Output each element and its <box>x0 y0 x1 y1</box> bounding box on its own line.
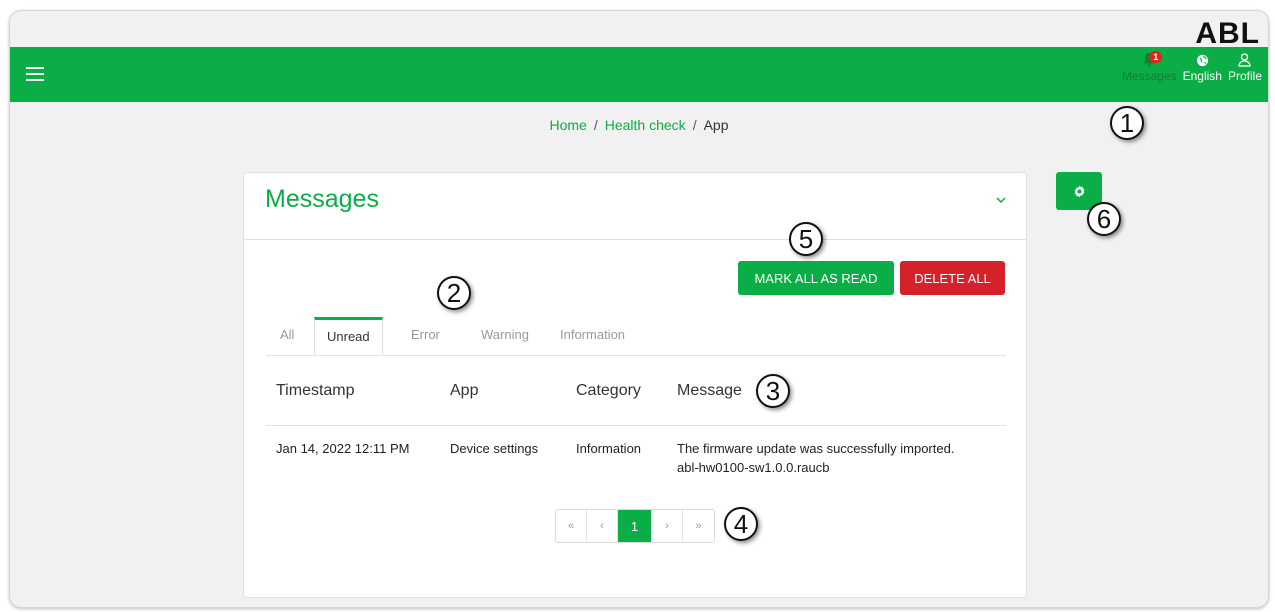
messages-nav-label: Messages <box>1121 69 1177 83</box>
language-nav-label: English <box>1182 69 1222 83</box>
abl-logo: ABL <box>1195 17 1260 50</box>
globe-icon <box>1196 51 1209 69</box>
pagination-prev-button[interactable]: ‹ <box>587 510 618 542</box>
breadcrumb: Home / Health check / App <box>10 117 1268 133</box>
tab-warning[interactable]: Warning <box>481 327 529 342</box>
app-window: ABL 1 Messages English Profile Home / He… <box>9 10 1269 608</box>
breadcrumb-separator: / <box>593 117 598 133</box>
messages-card: Messages MARK ALL AS READ DELETE ALL All… <box>243 172 1027 598</box>
column-header-message[interactable]: Message <box>677 382 742 400</box>
card-header-divider <box>244 239 1026 240</box>
callout-marker-3: 3 <box>756 374 790 408</box>
top-navigation-bar: 1 Messages English Profile <box>10 47 1268 102</box>
user-icon <box>1238 51 1252 69</box>
row-message-filename: abl-hw0100-sw1.0.0.raucb <box>677 460 830 475</box>
callout-marker-5: 5 <box>789 222 823 256</box>
chevron-down-icon[interactable] <box>996 191 1006 209</box>
bell-icon: 1 <box>1141 51 1163 69</box>
pagination-current-page[interactable]: 1 <box>618 510 652 542</box>
tab-information[interactable]: Information <box>560 327 625 342</box>
messages-count-badge: 1 <box>1149 51 1163 63</box>
row-message: The firmware update was successfully imp… <box>677 439 954 477</box>
row-category: Information <box>576 441 642 456</box>
pagination-first-button[interactable]: « <box>556 510 587 542</box>
messages-card-title: Messages <box>265 185 379 213</box>
tab-error[interactable]: Error <box>411 327 440 342</box>
column-header-category[interactable]: Category <box>576 382 641 400</box>
callout-marker-1: 1 <box>1110 106 1144 140</box>
row-message-line: The firmware update was successfully imp… <box>677 441 955 456</box>
language-nav-item[interactable]: English <box>1183 47 1222 83</box>
row-timestamp: Jan 14, 2022 12:11 PM <box>276 441 410 456</box>
profile-nav-item[interactable]: Profile <box>1228 47 1262 83</box>
pagination: « ‹ 1 › » <box>555 509 715 543</box>
delete-all-button[interactable]: DELETE ALL <box>900 261 1005 295</box>
callout-marker-2: 2 <box>437 276 471 310</box>
breadcrumb-current: App <box>703 117 729 133</box>
breadcrumb-health-check-link[interactable]: Health check <box>605 117 686 133</box>
callout-marker-6: 6 <box>1087 202 1121 236</box>
top-nav-actions: 1 Messages English Profile <box>1122 47 1262 102</box>
pagination-next-button[interactable]: › <box>652 510 683 542</box>
mark-all-as-read-button[interactable]: MARK ALL AS READ <box>738 261 894 295</box>
table-header-divider <box>266 425 1006 426</box>
column-header-timestamp[interactable]: Timestamp <box>276 382 355 400</box>
hamburger-menu-icon[interactable] <box>26 67 44 81</box>
gear-icon <box>1074 184 1084 198</box>
row-app: Device settings <box>450 441 539 456</box>
breadcrumb-home-link[interactable]: Home <box>550 117 587 133</box>
callout-marker-4: 4 <box>724 507 758 541</box>
tab-unread[interactable]: Unread <box>314 317 383 355</box>
profile-nav-label: Profile <box>1227 69 1262 83</box>
tab-all[interactable]: All <box>280 327 294 342</box>
column-header-app[interactable]: App <box>450 382 478 400</box>
messages-nav-item[interactable]: 1 Messages <box>1122 47 1177 83</box>
pagination-last-button[interactable]: » <box>683 510 714 542</box>
breadcrumb-separator: / <box>692 117 697 133</box>
message-filter-tabs: All Unread Error Warning Information <box>266 313 1006 356</box>
